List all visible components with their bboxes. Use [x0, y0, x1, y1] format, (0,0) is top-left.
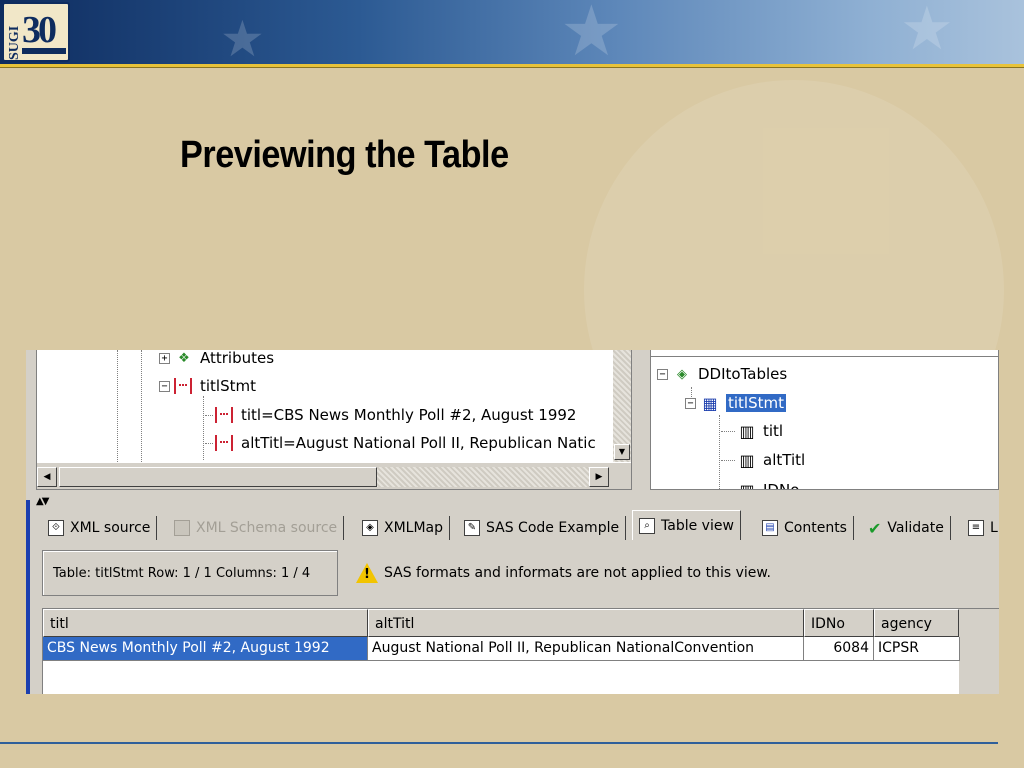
check-icon: ✔ — [868, 518, 882, 538]
header-divider — [0, 64, 1024, 68]
xmlmap-tree-pane[interactable]: − ◈ DDItoTables − ▦ titlStmt ▥ titl ▥ al… — [650, 350, 999, 490]
xml-mapper-screenshot: + ❖ Attributes − titlStmt titl=CBS News … — [26, 350, 999, 694]
table-cell-idno[interactable]: 6084 — [804, 637, 874, 661]
star-decoration-icon: ★ — [220, 10, 265, 64]
element-icon — [215, 435, 233, 451]
element-icon — [215, 407, 233, 423]
xml-tree-pane[interactable]: + ❖ Attributes − titlStmt titl=CBS News … — [36, 350, 632, 490]
tree-node-label: titl — [763, 422, 784, 440]
tab-bar: ⟐ XML source XML Schema source ◈ XMLMap … — [36, 510, 999, 540]
footer-divider — [0, 742, 998, 744]
tree-node-dditotables[interactable]: − ◈ DDItoTables — [657, 363, 787, 385]
expand-icon[interactable]: + — [159, 352, 170, 364]
scroll-left-icon[interactable]: ◀ — [37, 467, 57, 487]
tab-log[interactable]: ≡ L — [962, 516, 999, 540]
horizontal-scrollbar[interactable]: ◀ ▶ — [37, 463, 631, 489]
xmlmap-icon: ◈ — [362, 520, 378, 536]
tree-node-label: Attributes — [200, 350, 275, 367]
tree-node-column-titl[interactable]: ▥ titl — [721, 420, 783, 442]
tree-node-label: titlStmt — [200, 377, 256, 395]
contents-icon: ▤ — [762, 520, 778, 536]
scroll-right-icon[interactable]: ▶ — [589, 467, 609, 487]
splitter-arrows-icon[interactable]: ▲▼ — [36, 496, 49, 507]
sugi-logo: SUGI 30 — [2, 2, 70, 62]
collapse-icon[interactable]: − — [657, 368, 668, 380]
table-icon: ▦ — [702, 393, 718, 413]
tree-node-titl[interactable]: titl=CBS News Monthly Poll #2, August 19… — [205, 404, 576, 426]
table-row[interactable]: CBS News Monthly Poll #2, August 1992 Au… — [43, 637, 960, 661]
table-cell-alttitl[interactable]: August National Poll II, Republican Nati… — [368, 637, 804, 661]
header-band: ★ ★ ★ — [0, 0, 1024, 64]
xml-source-icon: ⟐ — [48, 520, 64, 536]
warning-icon: ! — [356, 563, 378, 583]
tree-node-titlstmt[interactable]: − titlStmt — [159, 375, 256, 397]
scroll-down-icon[interactable]: ▼ — [614, 444, 630, 460]
tree-node-column-alttitl[interactable]: ▥ altTitl — [721, 449, 805, 471]
collapse-icon[interactable]: − — [685, 397, 696, 409]
table-view-grid[interactable]: titl altTitl IDNo agency CBS News Monthl… — [42, 608, 999, 694]
tree-node-label: DDItoTables — [698, 365, 788, 383]
log-icon: ≡ — [968, 520, 984, 536]
warning-text: SAS formats and informats are not applie… — [384, 565, 771, 581]
column-icon: ▥ — [739, 450, 755, 470]
tree-node-label-selected: titlStmt — [726, 394, 786, 412]
logo-number: 30 — [22, 9, 57, 51]
logo-vertical-text: SUGI — [7, 25, 22, 60]
column-header-idno[interactable]: IDNo — [804, 609, 874, 637]
column-header-titl[interactable]: titl — [43, 609, 368, 637]
table-status-text: Table: titlStmt Row: 1 / 1 Columns: 1 / … — [53, 565, 311, 581]
tab-xml-schema-source[interactable]: XML Schema source — [168, 516, 345, 540]
tree-node-label: IDNo — [763, 481, 800, 490]
slide-title: Previewing the Table — [180, 134, 509, 176]
tree-node-titlstmt-table[interactable]: − ▦ titlStmt — [685, 392, 786, 414]
column-header-alttitl[interactable]: altTitl — [368, 609, 804, 637]
tab-table-view[interactable]: ⌕ Table view — [632, 510, 741, 540]
sas-code-icon: ✎ — [464, 520, 480, 536]
attributes-icon: ❖ — [178, 350, 190, 366]
column-icon: ▥ — [739, 421, 755, 441]
table-header: titl altTitl IDNo agency — [43, 609, 959, 637]
element-icon — [174, 378, 192, 394]
column-icon: ▥ — [739, 480, 755, 490]
tree-node-label: titl=CBS News Monthly Poll #2, August 19… — [241, 406, 577, 424]
vertical-scrollbar[interactable]: ▼ — [613, 350, 631, 462]
tree-node-label: altTitl=August National Poll II, Republi… — [241, 434, 596, 452]
tree-node-attributes[interactable]: + ❖ Attributes — [159, 350, 274, 369]
tab-sas-code-example[interactable]: ✎ SAS Code Example — [458, 516, 627, 540]
scroll-thumb[interactable] — [59, 467, 377, 487]
tree-node-label: altTitl — [763, 451, 806, 469]
tab-xmlmap[interactable]: ◈ XMLMap — [356, 516, 451, 540]
table-status-box: Table: titlStmt Row: 1 / 1 Columns: 1 / … — [42, 550, 338, 596]
table-cell-agency[interactable]: ICPSR — [874, 637, 960, 661]
tab-validate[interactable]: ✔ Validate — [862, 516, 951, 540]
format-warning: ! SAS formats and informats are not appl… — [356, 563, 771, 583]
star-decoration-icon: ★ — [900, 0, 954, 64]
tab-xml-source[interactable]: ⟐ XML source — [42, 516, 158, 540]
tree-node-alttitl[interactable]: altTitl=August National Poll II, Republi… — [205, 432, 596, 454]
table-view-icon: ⌕ — [639, 517, 655, 534]
xmlmap-icon: ◈ — [677, 366, 687, 382]
star-decoration-icon: ★ — [560, 0, 623, 64]
table-cell-titl[interactable]: CBS News Monthly Poll #2, August 1992 — [43, 637, 368, 661]
tab-contents[interactable]: ▤ Contents — [756, 516, 854, 540]
column-header-agency[interactable]: agency — [874, 609, 959, 637]
tree-node-column-idno[interactable]: ▥ IDNo — [721, 479, 799, 490]
collapse-icon[interactable]: − — [159, 380, 170, 392]
schema-icon — [174, 520, 190, 536]
